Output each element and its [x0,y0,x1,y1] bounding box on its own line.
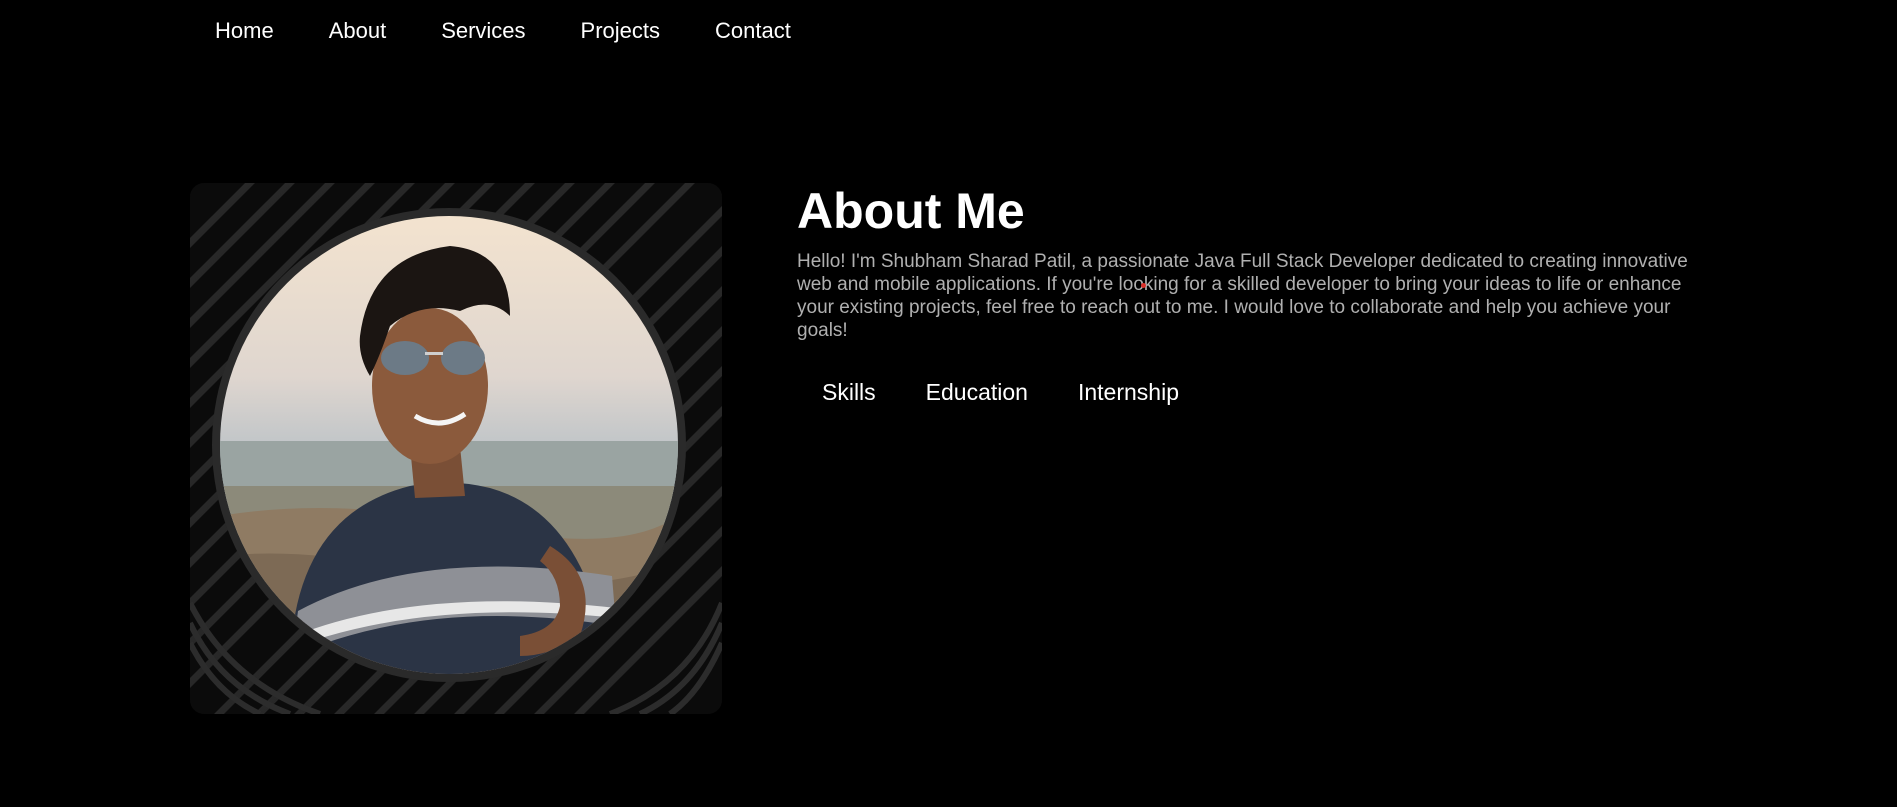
nav-about-link[interactable]: About [329,16,387,46]
nav-contact-link[interactable]: Contact [715,16,791,46]
about-tabs: Skills Education Internship [822,377,1229,407]
tab-education[interactable]: Education [926,377,1028,407]
profile-photo [220,216,678,674]
nav-projects-link[interactable]: Projects [581,16,660,46]
nav-home-link[interactable]: Home [215,16,274,46]
page: Home About Services Projects Contact Abo… [0,0,1897,807]
profile-photo-card [190,183,722,714]
about-description: Hello! I'm Shubham Sharad Patil, a passi… [797,251,1688,341]
nav-services-link[interactable]: Services [441,16,525,46]
tab-skills[interactable]: Skills [822,377,876,407]
about-title: About Me [797,183,1025,239]
tab-internship[interactable]: Internship [1078,377,1179,407]
cursor-indicator [1141,283,1146,288]
top-nav: Home About Services Projects Contact [215,16,846,46]
